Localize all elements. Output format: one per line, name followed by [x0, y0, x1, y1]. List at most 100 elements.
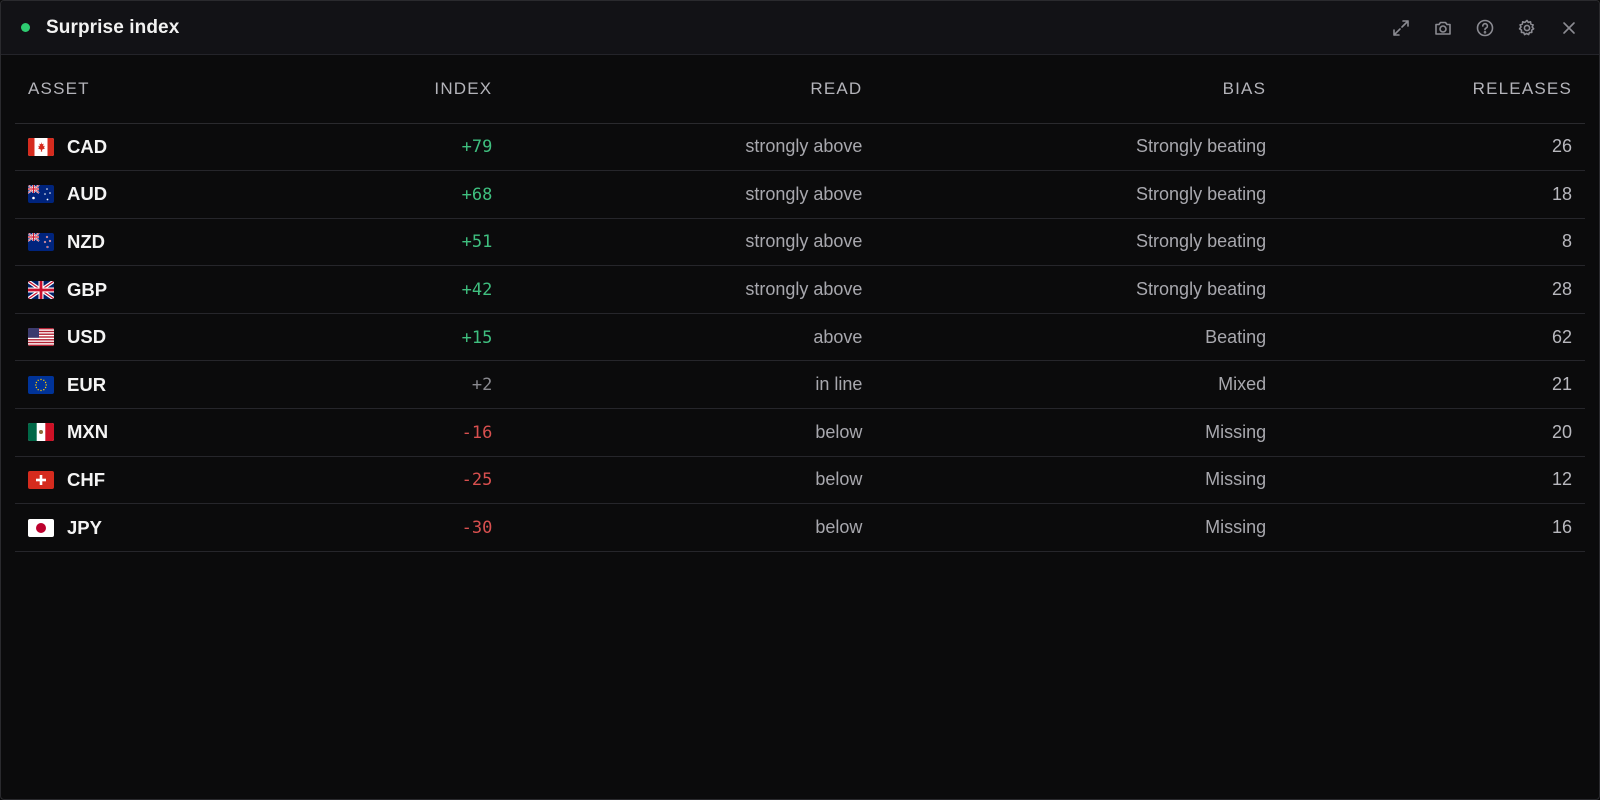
- header-bias[interactable]: BIAS: [875, 55, 1280, 124]
- asset-cell: NZD: [15, 218, 260, 267]
- asset-code: CAD: [67, 135, 108, 157]
- index-cell: -16: [259, 408, 506, 457]
- bias-cell: Missing: [875, 408, 1280, 457]
- panel-title: Surprise index: [46, 16, 180, 38]
- index-cell: +51: [259, 218, 506, 267]
- asset: NZD: [28, 231, 247, 253]
- bias-cell: Beating: [875, 313, 1280, 362]
- releases-cell: 12: [1279, 456, 1585, 505]
- table-row[interactable]: GBP +42 strongly above Strongly beating 28: [15, 265, 1585, 314]
- bias-cell: Mixed: [875, 360, 1280, 410]
- asset-code: CHF: [67, 468, 106, 490]
- bias-cell: Missing: [875, 503, 1280, 552]
- bias-cell: Strongly beating: [875, 218, 1280, 267]
- releases-cell: 16: [1279, 503, 1585, 552]
- gb-flag-icon: [28, 280, 54, 299]
- index-value: -30: [461, 518, 493, 539]
- read-cell: above: [505, 313, 876, 362]
- asset: AUD: [28, 183, 247, 205]
- releases-cell: 8: [1279, 218, 1585, 267]
- index-cell: +2: [259, 360, 506, 410]
- asset: CAD: [28, 136, 247, 158]
- help-icon[interactable]: [1471, 14, 1499, 42]
- table-row[interactable]: USD +15 above Beating 62: [15, 313, 1585, 362]
- index-value: -16: [461, 422, 493, 443]
- index-cell: +15: [259, 313, 506, 362]
- table-row[interactable]: NZD +51 strongly above Strongly beating 8: [15, 218, 1585, 267]
- asset: CHF: [28, 469, 247, 491]
- table-row[interactable]: AUD +68 strongly above Strongly beating 18: [15, 170, 1585, 219]
- asset: USD: [28, 326, 247, 348]
- asset-code: EUR: [67, 373, 107, 395]
- asset-cell: CAD: [15, 123, 260, 172]
- expand-icon[interactable]: [1387, 14, 1415, 42]
- index-value: +79: [461, 137, 493, 158]
- gear-icon[interactable]: [1513, 14, 1541, 42]
- index-value: +15: [461, 327, 493, 348]
- asset: GBP: [28, 279, 247, 301]
- panel-actions: [1387, 14, 1583, 42]
- asset-cell: AUD: [15, 170, 260, 219]
- releases-cell: 62: [1279, 313, 1585, 362]
- bias-cell: Missing: [875, 456, 1280, 505]
- close-icon[interactable]: [1555, 14, 1583, 42]
- asset: MXN: [28, 421, 247, 443]
- au-flag-icon: [28, 185, 54, 204]
- title-group: Surprise index: [21, 17, 179, 39]
- asset-cell: JPY: [15, 503, 260, 552]
- read-cell: strongly above: [505, 170, 876, 219]
- releases-cell: 20: [1279, 408, 1585, 457]
- read-cell: strongly above: [505, 123, 876, 172]
- header-asset[interactable]: ASSET: [15, 55, 260, 124]
- ch-flag-icon: [28, 470, 54, 489]
- bias-cell: Strongly beating: [875, 265, 1280, 314]
- header-releases[interactable]: RELEASES: [1279, 55, 1585, 124]
- asset: EUR: [28, 374, 247, 396]
- releases-cell: 21: [1279, 360, 1585, 410]
- header-read[interactable]: READ: [505, 55, 876, 124]
- asset-code: NZD: [67, 230, 106, 252]
- mx-flag-icon: [28, 423, 54, 442]
- table-body: CAD +79 strongly above Strongly beating 26 AU…: [15, 123, 1585, 552]
- asset-cell: GBP: [15, 265, 260, 314]
- table-row[interactable]: EUR +2 in line Mixed 21: [15, 360, 1585, 410]
- index-value: -25: [461, 470, 493, 491]
- surprise-index-panel: Surprise index ASSET INDEX READ BIAS REL…: [0, 0, 1600, 800]
- index-value: +2: [471, 375, 493, 396]
- table-container: ASSET INDEX READ BIAS RELEASES CAD +79 str…: [1, 55, 1599, 552]
- asset-code: MXN: [67, 421, 109, 443]
- index-value: +42: [461, 280, 493, 301]
- asset: JPY: [28, 517, 247, 539]
- asset-code: JPY: [67, 516, 102, 538]
- index-cell: +79: [259, 123, 506, 172]
- releases-cell: 26: [1279, 123, 1585, 172]
- nz-flag-icon: [28, 232, 54, 251]
- camera-icon[interactable]: [1429, 14, 1457, 42]
- index-value: +51: [461, 232, 493, 253]
- eu-flag-icon: [28, 375, 54, 394]
- releases-cell: 18: [1279, 170, 1585, 219]
- bias-cell: Strongly beating: [875, 123, 1280, 172]
- read-cell: below: [505, 408, 876, 457]
- read-cell: below: [505, 503, 876, 552]
- status-dot-icon: [21, 23, 30, 32]
- jp-flag-icon: [28, 518, 54, 537]
- table-row[interactable]: CHF -25 below Missing 12: [15, 456, 1585, 505]
- read-cell: below: [505, 456, 876, 505]
- us-flag-icon: [28, 328, 54, 347]
- header-index[interactable]: INDEX: [259, 55, 506, 124]
- table-row[interactable]: JPY -30 below Missing 16: [15, 503, 1585, 552]
- table-row[interactable]: CAD +79 strongly above Strongly beating 26: [15, 123, 1585, 172]
- asset-code: AUD: [67, 183, 108, 205]
- table-header-row: ASSET INDEX READ BIAS RELEASES: [15, 55, 1585, 124]
- ca-flag-icon: [28, 137, 54, 156]
- index-cell: -25: [259, 456, 506, 505]
- asset-cell: CHF: [15, 456, 260, 505]
- table-row[interactable]: MXN -16 below Missing 20: [15, 408, 1585, 457]
- read-cell: in line: [505, 360, 876, 410]
- asset-cell: MXN: [15, 408, 260, 457]
- panel-titlebar: Surprise index: [1, 1, 1599, 55]
- read-cell: strongly above: [505, 218, 876, 267]
- asset-code: USD: [67, 326, 107, 348]
- asset-cell: USD: [15, 313, 260, 362]
